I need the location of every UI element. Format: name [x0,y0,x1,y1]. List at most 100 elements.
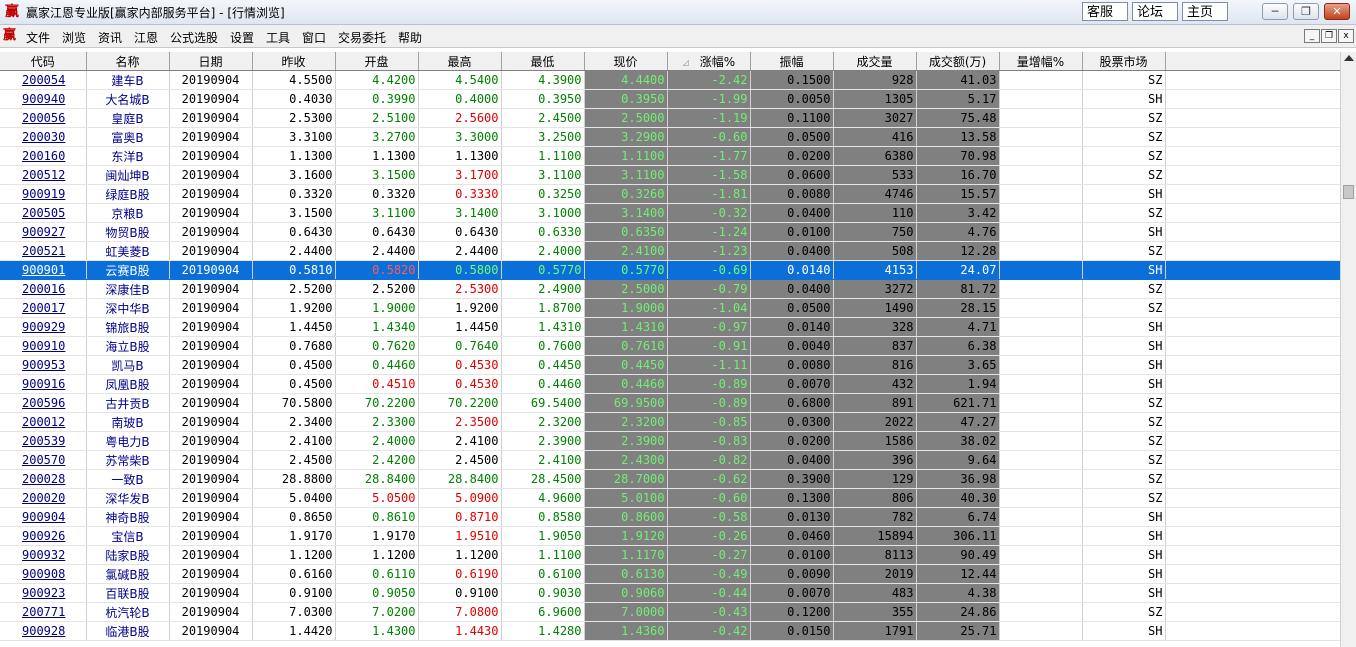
code-cell[interactable]: 900919 [0,184,87,204]
code-cell[interactable]: 900904 [0,507,87,527]
header-col-market[interactable]: 股票市场 [1082,52,1166,71]
table-row[interactable]: 200020 深华发B 20190904 5.0400 5.0500 5.0900 4.96… [0,488,1340,508]
code-cell[interactable]: 900932 [0,545,87,565]
table-row[interactable]: 200521 虹美菱B 20190904 2.4400 2.4400 2.4400 2.40… [0,241,1340,261]
code-cell[interactable]: 200056 [0,108,87,128]
table-row[interactable]: 900927 物贸B股 20190904 0.6430 0.6430 0.6430 0.63… [0,222,1340,242]
header-col-price[interactable]: 现价 [584,52,668,71]
table-row[interactable]: 900928 临港B股 20190904 1.4420 1.4300 1.4430 1.42… [0,621,1340,641]
table-row[interactable]: 200539 粤电力B 20190904 2.4100 2.4000 2.4100 2.39… [0,431,1340,451]
header-col-amplitude[interactable]: 振幅 [750,52,834,71]
table-row[interactable]: 200056 皇庭B 20190904 2.5300 2.5100 2.5600 2.450… [0,108,1340,128]
header-col-date[interactable]: 日期 [169,52,253,71]
code-cell[interactable]: 200771 [0,602,87,622]
table-row[interactable]: 200016 深康佳B 20190904 2.5200 2.5200 2.5300 2.49… [0,279,1340,299]
code-cell[interactable]: 900928 [0,621,87,641]
code-cell[interactable]: 900910 [0,336,87,356]
menu-settings[interactable]: 设置 [230,29,254,46]
table-row[interactable]: 200017 深中华B 20190904 1.9200 1.9000 1.9200 1.87… [0,298,1340,318]
close-icon[interactable]: ✕ [1324,3,1350,20]
turnover-cell: 70.98 [916,146,1000,166]
menu-info[interactable]: 资讯 [98,29,122,46]
code-cell[interactable]: 900929 [0,317,87,337]
header-col-volume[interactable]: 成交量 [833,52,917,71]
code-cell[interactable]: 200020 [0,488,87,508]
header-col-high[interactable]: 最高 [418,52,502,71]
table-row[interactable]: 200570 苏常柴B 20190904 2.4500 2.4200 2.4500 2.41… [0,450,1340,470]
code-cell[interactable]: 900926 [0,526,87,546]
header-col-volume-growth[interactable]: 量增幅% [999,52,1083,71]
header-col-name[interactable]: 名称 [86,52,170,71]
header-col-prev-close[interactable]: 昨收 [252,52,336,71]
table-row[interactable]: 900904 神奇B股 20190904 0.8650 0.8610 0.8710 0.85… [0,507,1340,527]
menu-help[interactable]: 帮助 [398,29,422,46]
table-row[interactable]: 200596 古井贡B 20190904 70.5800 70.2200 70.2200 6… [0,393,1340,413]
table-row[interactable]: 200030 富奥B 20190904 3.3100 3.2700 3.3000 3.250… [0,127,1340,147]
code-cell[interactable]: 200512 [0,165,87,185]
table-row[interactable]: 200160 东洋B 20190904 1.1300 1.1300 1.1300 1.110… [0,146,1340,166]
table-row[interactable]: 200512 闽灿坤B 20190904 3.1600 3.1500 3.1700 3.11… [0,165,1340,185]
code-cell[interactable]: 200054 [0,70,87,90]
code-cell[interactable]: 900908 [0,564,87,584]
header-col-turnover[interactable]: 成交额(万) [916,52,1000,71]
table-row[interactable]: 900901 云赛B股 20190904 0.5810 0.5820 0.5800 0.57… [0,260,1340,280]
code-cell[interactable]: 200017 [0,298,87,318]
code-cell[interactable]: 200570 [0,450,87,470]
mdi-minimize-icon[interactable]: _ [1304,29,1320,43]
code-cell[interactable]: 200012 [0,412,87,432]
table-row[interactable]: 900916 凤凰B股 20190904 0.4500 0.4510 0.4530 0.44… [0,374,1340,394]
code-cell[interactable]: 900916 [0,374,87,394]
code-cell[interactable]: 900923 [0,583,87,603]
table-row[interactable]: 900910 海立B股 20190904 0.7680 0.7620 0.7640 0.76… [0,336,1340,356]
menu-tools[interactable]: 工具 [266,29,290,46]
minimize-icon[interactable]: ─ [1262,3,1288,20]
header-col-low[interactable]: 最低 [501,52,585,71]
menu-file[interactable]: 文件 [26,29,50,46]
table-row[interactable]: 200505 京粮B 20190904 3.1500 3.1100 3.1400 3.100… [0,203,1340,223]
code-cell[interactable]: 200160 [0,146,87,166]
menu-trade[interactable]: 交易委托 [338,29,386,46]
header-col-code[interactable]: 代码 [0,52,87,71]
code-cell[interactable]: 200016 [0,279,87,299]
service-link[interactable]: 客服 [1082,2,1128,21]
code-cell[interactable]: 200539 [0,431,87,451]
menu-window[interactable]: 窗口 [302,29,326,46]
mdi-restore-icon[interactable]: ❐ [1321,29,1337,43]
scroll-thumb[interactable] [1343,185,1354,199]
table-row[interactable]: 900926 宝信B 20190904 1.9170 1.9170 1.9510 1.905… [0,526,1340,546]
table-row[interactable]: 200012 南玻B 20190904 2.3400 2.3300 2.3500 2.320… [0,412,1340,432]
vertical-scrollbar[interactable] [1340,52,1356,647]
scroll-up-icon[interactable] [1344,55,1354,61]
table-row[interactable]: 200771 杭汽轮B 20190904 7.0300 7.0200 7.0800 6.96… [0,602,1340,622]
menu-gann[interactable]: 江恩 [134,29,158,46]
code-cell[interactable]: 200596 [0,393,87,413]
table-row[interactable]: 900908 氯碱B股 20190904 0.6160 0.6110 0.6190 0.61… [0,564,1340,584]
table-row[interactable]: 200028 一致B 20190904 28.8800 28.8400 28.8400 28… [0,469,1340,489]
code-cell[interactable]: 200505 [0,203,87,223]
document-icon[interactable]: 赢 [3,28,19,44]
table-row[interactable]: 900953 凯马B 20190904 0.4500 0.4460 0.4530 0.445… [0,355,1340,375]
homepage-link[interactable]: 主页 [1182,2,1228,21]
menu-formula-screen[interactable]: 公式选股 [170,29,218,46]
forum-link[interactable]: 论坛 [1132,2,1178,21]
table-row[interactable]: 900929 锦旅B股 20190904 1.4450 1.4340 1.4450 1.43… [0,317,1340,337]
code-cell[interactable]: 900927 [0,222,87,242]
table-row[interactable]: 900932 陆家B股 20190904 1.1200 1.1200 1.1200 1.11… [0,545,1340,565]
menu-browse[interactable]: 浏览 [62,29,86,46]
code-cell[interactable]: 900940 [0,89,87,109]
code-cell[interactable]: 200028 [0,469,87,489]
table-row[interactable]: 900919 绿庭B股 20190904 0.3320 0.3320 0.3330 0.32… [0,184,1340,204]
header-col-blank[interactable] [1165,52,1340,71]
code-cell[interactable]: 200030 [0,127,87,147]
table-row[interactable]: 900923 百联B股 20190904 0.9100 0.9050 0.9100 0.90… [0,583,1340,603]
table-row[interactable]: 900940 大名城B 20190904 0.4030 0.3990 0.4000 0.39… [0,89,1340,109]
code-cell[interactable]: 900901 [0,260,87,280]
mdi-close-icon[interactable]: x [1338,29,1354,43]
code-cell[interactable]: 200521 [0,241,87,261]
restore-icon[interactable]: ❐ [1293,3,1319,20]
open-cell: 0.3990 [335,89,419,109]
table-row[interactable]: 200054 建车B 20190904 4.5500 4.4200 4.5400 4.390… [0,70,1340,90]
header-col-change-pct[interactable]: ◿ 涨幅% [667,52,751,71]
header-col-open[interactable]: 开盘 [335,52,419,71]
code-cell[interactable]: 900953 [0,355,87,375]
